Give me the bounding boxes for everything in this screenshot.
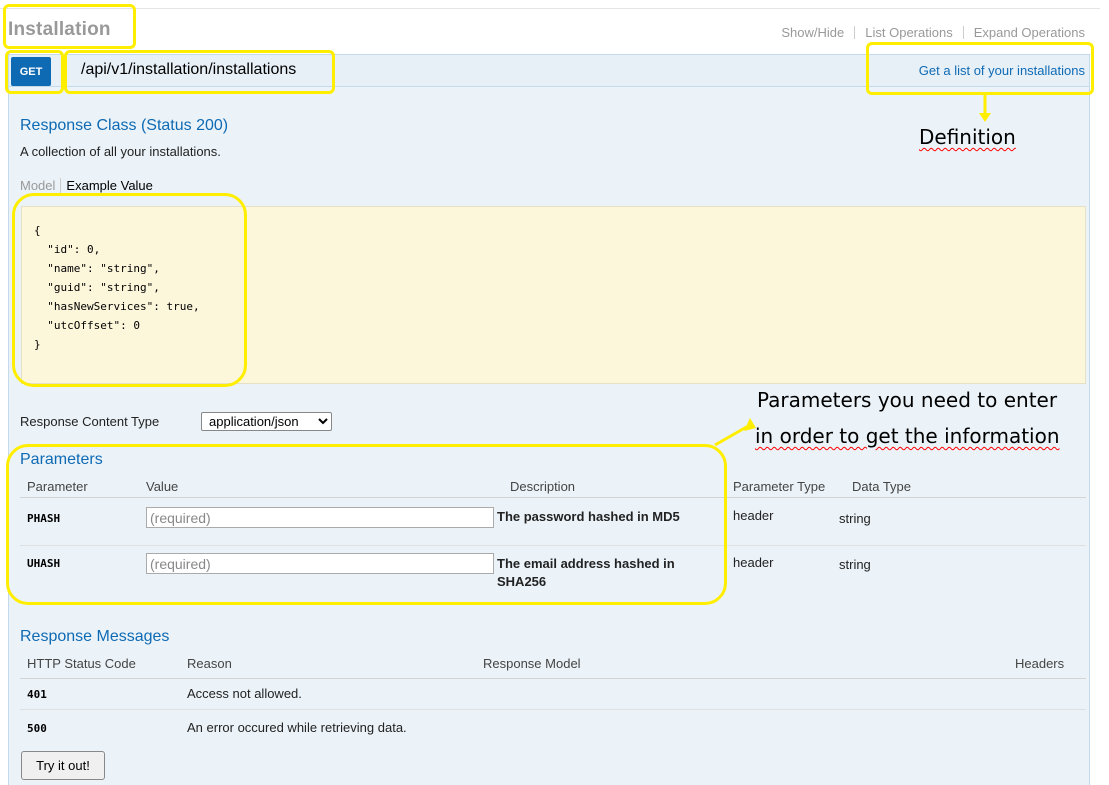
table-divider [20,678,1086,679]
parameters-heading: Parameters [20,451,103,468]
link-separator [854,26,856,39]
column-header-status-code: HTTP Status Code [27,656,136,671]
parameters-annotation-line1: Parameters you need to enter [757,388,1058,412]
definition-annotation: Definition [919,125,1016,149]
endpoint-summary-link[interactable]: Get a list of your installations [919,63,1085,78]
column-header-description: Description [510,479,576,494]
column-header-value: Value [146,479,179,494]
column-header-response-model: Response Model [483,656,581,671]
phash-input[interactable] [146,507,494,528]
param-name: UHASH [27,557,61,570]
param-type: header [733,508,774,523]
param-data-type: string [839,511,871,526]
row-divider [20,709,1086,710]
top-divider [0,8,1100,9]
resource-title[interactable]: Installation [8,19,111,41]
expand-operations-link[interactable]: Expand Operations [974,25,1085,40]
status-reason: Access not allowed. [187,686,302,701]
response-content-type-label: Response Content Type [20,414,160,429]
column-header-data-type: Data Type [852,479,912,494]
tab-model[interactable]: Model [20,178,62,193]
uhash-input[interactable] [146,553,494,574]
show-hide-link[interactable]: Show/Hide [781,25,844,40]
parameters-annotation-line2: in order to get the information [755,424,1060,448]
param-description: The email address hashed in SHA256 [497,556,675,589]
status-code: 401 [27,688,47,701]
operations-links: Show/Hide List Operations Expand Operati… [781,25,1085,40]
param-data-type: string [839,557,871,572]
status-reason: An error occured while retrieving data. [187,720,407,735]
column-header-parameter-type: Parameter Type [733,479,826,494]
tab-example-value[interactable]: Example Value [61,178,152,193]
param-name: PHASH [27,512,61,525]
http-method-badge[interactable]: GET [11,57,51,86]
column-header-reason: Reason [187,656,232,671]
list-operations-link[interactable]: List Operations [865,25,952,40]
column-header-headers: Headers [1015,656,1065,671]
param-description: The password hashed in MD5 [497,509,680,524]
example-json: { "id": 0, "name": "string", "guid": "st… [34,224,200,351]
table-divider [20,497,1086,498]
model-tabs: Model Example Value [20,178,153,193]
param-type: header [733,555,774,570]
response-class-heading: Response Class (Status 200) [20,117,229,134]
row-divider [20,545,1086,546]
status-code: 500 [27,722,47,735]
link-separator [962,26,964,39]
response-content-type-select[interactable]: application/json [201,412,332,431]
try-it-out-button[interactable]: Try it out! [21,751,105,780]
endpoint-path[interactable]: /api/v1/installation/installations [81,61,296,79]
column-header-parameter: Parameter [27,479,88,494]
response-class-description: A collection of all your installations. [20,144,221,159]
response-messages-heading: Response Messages [20,628,170,645]
